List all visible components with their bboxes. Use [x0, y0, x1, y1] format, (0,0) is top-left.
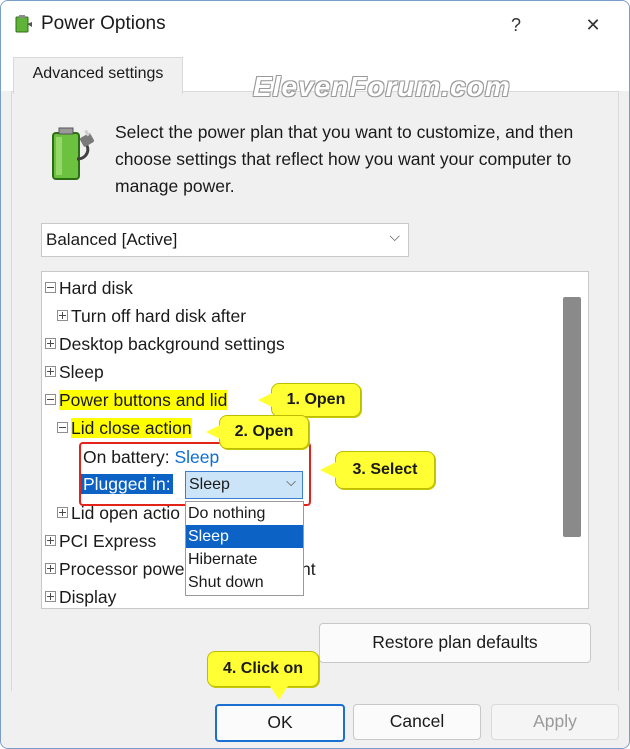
expand-icon[interactable]	[45, 591, 56, 602]
chevron-down-icon: ⌵	[389, 228, 400, 244]
tree-node-pci-express[interactable]: PCI Express	[45, 531, 156, 552]
help-button[interactable]: ?	[501, 11, 531, 39]
expand-icon[interactable]	[57, 507, 68, 518]
apply-button[interactable]: Apply	[491, 704, 619, 740]
power-plan-select[interactable]: Balanced [Active] ⌵	[41, 223, 409, 257]
tree-node-label: Turn off hard disk after	[71, 306, 247, 326]
tree-node-label: Hard disk	[59, 278, 133, 298]
power-options-icon	[15, 15, 32, 33]
plugged-in-dropdown-list[interactable]: Do nothing Sleep Hibernate Shut down	[185, 501, 304, 596]
expand-icon[interactable]	[45, 366, 56, 377]
option-shut-down[interactable]: Shut down	[186, 571, 303, 594]
cancel-button[interactable]: Cancel	[353, 704, 481, 740]
power-options-window: Power Options ? ✕ Advanced settings Elev…	[0, 0, 630, 749]
restore-plan-defaults-button[interactable]: Restore plan defaults	[319, 623, 591, 663]
close-button[interactable]: ✕	[576, 11, 610, 39]
option-hibernate[interactable]: Hibernate	[186, 548, 303, 571]
tree-node-label: Lid close action	[71, 418, 192, 438]
tree-node-display[interactable]: Display	[45, 587, 116, 608]
tree-node-power-buttons-lid[interactable]: Power buttons and lid	[45, 390, 228, 411]
tree-node-lid-open-action[interactable]: Lid open actio	[57, 503, 180, 524]
callout-step-2: 2. Open	[206, 415, 309, 449]
collapse-icon[interactable]	[57, 422, 68, 433]
option-do-nothing[interactable]: Do nothing	[186, 502, 303, 525]
tree-node-sleep[interactable]: Sleep	[45, 362, 104, 383]
collapse-icon[interactable]	[45, 394, 56, 405]
expand-icon[interactable]	[45, 535, 56, 546]
option-label: Do nothing	[188, 505, 266, 522]
tree-node-hard-disk[interactable]: Hard disk	[45, 278, 133, 299]
tree-node-lid-close-action[interactable]: Lid close action	[57, 418, 192, 439]
callout-step-4: 4. Click on	[207, 651, 319, 700]
tree-node-desktop-background[interactable]: Desktop background settings	[45, 334, 285, 355]
tab-advanced-settings[interactable]: Advanced settings	[13, 57, 183, 94]
ok-button[interactable]: OK	[215, 704, 345, 742]
option-label: Hibernate	[188, 551, 258, 568]
title-bar: Power Options ? ✕	[1, 1, 629, 47]
tree-node-label: Display	[59, 587, 117, 607]
option-sleep[interactable]: Sleep	[186, 525, 303, 548]
tree-node-processor-power[interactable]: Processor powe	[45, 559, 184, 580]
tree-node-turn-off-hard-disk[interactable]: Turn off hard disk after	[57, 306, 246, 327]
battery-plug-icon	[52, 127, 94, 180]
collapse-icon[interactable]	[45, 282, 56, 293]
callout-step-3: 3. Select	[320, 451, 435, 489]
tree-node-label: Power buttons and lid	[59, 390, 228, 410]
tree-node-label: Sleep	[59, 362, 104, 382]
tree-node-label: Processor powe	[59, 559, 185, 579]
tree-scrollbar-thumb[interactable]	[563, 297, 581, 537]
option-label: Shut down	[188, 574, 264, 591]
power-plan-value: Balanced [Active]	[46, 230, 178, 249]
description-text: Select the power plan that you want to c…	[115, 122, 574, 196]
annotation-red-box	[79, 442, 311, 506]
expand-icon[interactable]	[45, 338, 56, 349]
callout-step-1: 1. Open	[258, 383, 361, 417]
watermark: ElevenForum.com	[253, 71, 511, 102]
option-label: Sleep	[188, 528, 229, 545]
tree-node-label: Lid open actio	[71, 503, 180, 523]
window-title: Power Options	[41, 13, 166, 34]
tree-node-label: Desktop background settings	[59, 334, 285, 354]
expand-icon[interactable]	[45, 563, 56, 574]
tree-node-label: PCI Express	[59, 531, 157, 551]
expand-icon[interactable]	[57, 310, 68, 321]
